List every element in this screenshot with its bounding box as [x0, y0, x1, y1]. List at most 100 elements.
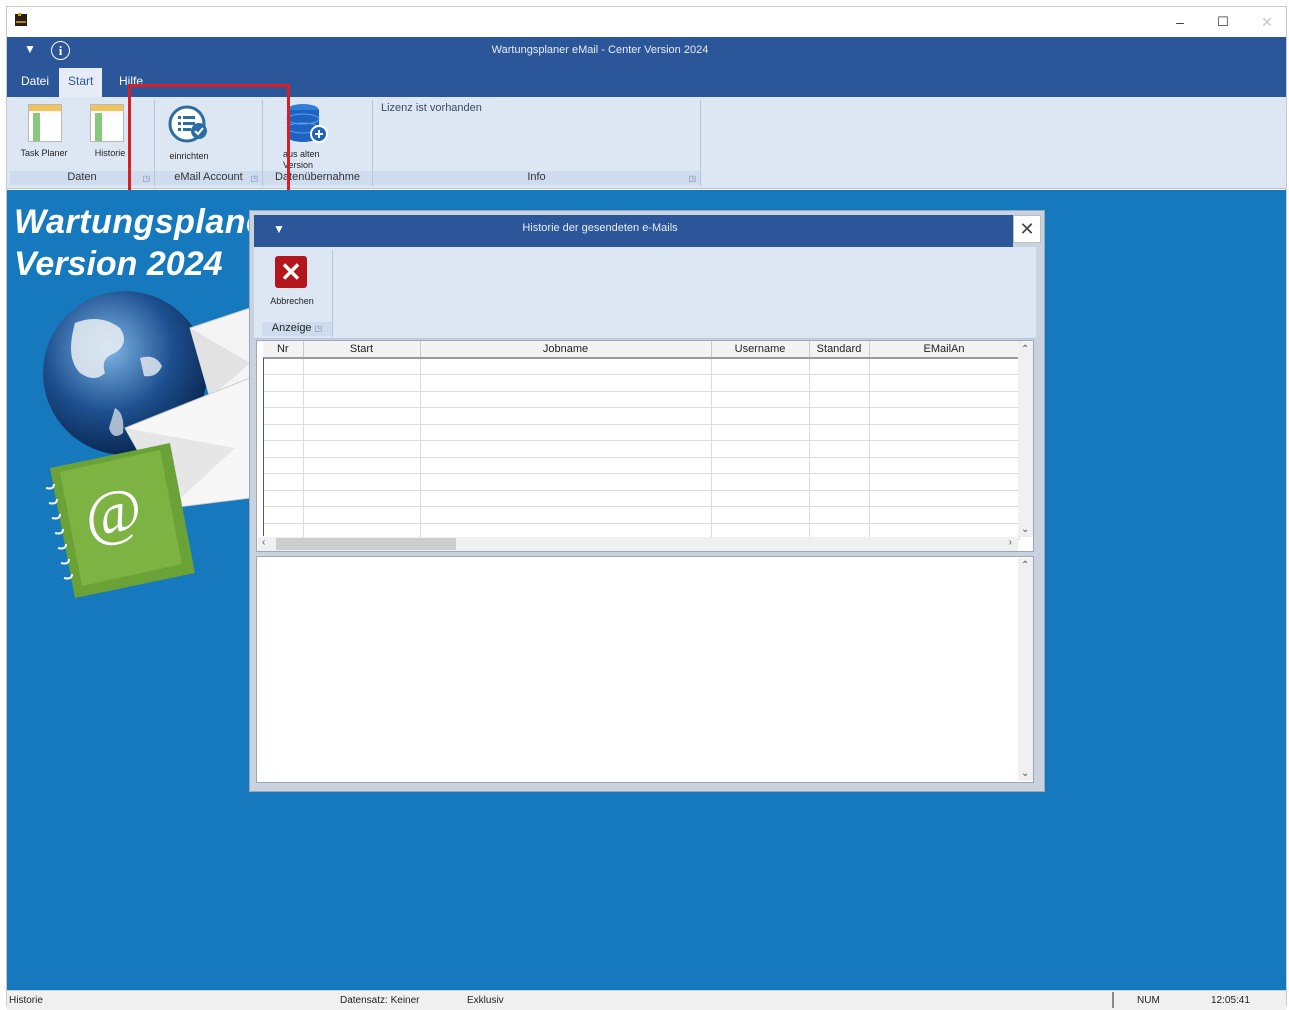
- table-cell[interactable]: [809, 506, 870, 524]
- table-cell[interactable]: [303, 374, 421, 392]
- scroll-up-icon[interactable]: ⌃: [1021, 560, 1029, 571]
- table-cell[interactable]: [809, 440, 870, 458]
- tab-start[interactable]: Start: [59, 68, 103, 97]
- table-cell[interactable]: [263, 490, 304, 507]
- table-cell[interactable]: [869, 374, 1020, 392]
- table-cell[interactable]: [420, 506, 712, 524]
- dialog-close-button[interactable]: ✕: [1013, 215, 1041, 243]
- table-cell[interactable]: [303, 490, 421, 507]
- scroll-up-icon[interactable]: ⌃: [1021, 344, 1029, 355]
- table-cell[interactable]: [869, 407, 1020, 425]
- table-cell[interactable]: [263, 473, 304, 491]
- table-cell[interactable]: [711, 457, 810, 474]
- table-cell[interactable]: [263, 391, 304, 408]
- table-cell[interactable]: [263, 506, 304, 524]
- cancel-button-label[interactable]: Abbrechen: [262, 296, 322, 306]
- table-row[interactable]: [263, 457, 1020, 474]
- table-cell[interactable]: [303, 440, 421, 458]
- aus-alten-version-button[interactable]: aus alten Version: [283, 102, 331, 171]
- table-cell[interactable]: [809, 374, 870, 392]
- table-cell[interactable]: [869, 391, 1020, 408]
- table-cell[interactable]: [711, 506, 810, 524]
- table-row[interactable]: [263, 391, 1020, 408]
- table-row[interactable]: [263, 407, 1020, 425]
- table-cell[interactable]: [711, 374, 810, 392]
- table-row[interactable]: [263, 440, 1020, 458]
- table-cell[interactable]: [809, 391, 870, 408]
- scroll-down-icon[interactable]: ⌄: [1021, 524, 1029, 535]
- table-cell[interactable]: [263, 374, 304, 392]
- info-icon[interactable]: i: [51, 41, 70, 60]
- table-cell[interactable]: [420, 440, 712, 458]
- scroll-left-icon[interactable]: ‹: [262, 537, 265, 548]
- table-cell[interactable]: [869, 506, 1020, 524]
- table-cell[interactable]: [420, 374, 712, 392]
- table-cell[interactable]: [711, 490, 810, 507]
- table-cell[interactable]: [809, 457, 870, 474]
- table-cell[interactable]: [869, 490, 1020, 507]
- table-cell[interactable]: [420, 358, 712, 375]
- table-cell[interactable]: [420, 424, 712, 441]
- dialog-launcher-icon[interactable]: ◳: [688, 174, 696, 183]
- table-cell[interactable]: [809, 473, 870, 491]
- table-cell[interactable]: [303, 457, 421, 474]
- table-cell[interactable]: [303, 407, 421, 425]
- table-cell[interactable]: [303, 358, 421, 375]
- grid-vertical-scrollbar[interactable]: ⌃ ⌄: [1018, 342, 1033, 537]
- table-cell[interactable]: [303, 424, 421, 441]
- table-cell[interactable]: [263, 440, 304, 458]
- scroll-down-icon[interactable]: ⌄: [1021, 768, 1029, 779]
- table-cell[interactable]: [809, 490, 870, 507]
- scroll-right-icon[interactable]: ›: [1009, 537, 1012, 548]
- tab-datei[interactable]: Datei: [12, 68, 58, 97]
- table-cell[interactable]: [263, 358, 304, 375]
- table-cell[interactable]: [809, 424, 870, 441]
- table-row[interactable]: [263, 374, 1020, 392]
- table-cell[interactable]: [420, 391, 712, 408]
- table-row[interactable]: [263, 490, 1020, 507]
- table-cell[interactable]: [420, 457, 712, 474]
- column-header-jobname[interactable]: Jobname: [420, 341, 712, 359]
- cancel-icon[interactable]: ✕: [275, 256, 307, 288]
- table-cell[interactable]: [809, 407, 870, 425]
- table-cell[interactable]: [303, 473, 421, 491]
- column-header-emailan[interactable]: EMailAn: [869, 341, 1020, 359]
- column-header-nr[interactable]: Nr: [263, 341, 304, 359]
- task-planer-button[interactable]: Task Planer: [20, 104, 68, 158]
- dropdown-arrow-icon[interactable]: ▼: [24, 42, 36, 56]
- dropdown-arrow-icon[interactable]: ▼: [273, 222, 285, 236]
- table-cell[interactable]: [263, 457, 304, 474]
- maximize-button[interactable]: ☐: [1200, 8, 1246, 36]
- column-header-standard[interactable]: Standard: [809, 341, 870, 359]
- detail-vertical-scrollbar[interactable]: ⌃ ⌄: [1018, 558, 1033, 781]
- table-cell[interactable]: [711, 391, 810, 408]
- table-cell[interactable]: [711, 440, 810, 458]
- close-button[interactable]: ✕: [1244, 8, 1289, 36]
- table-cell[interactable]: [711, 407, 810, 425]
- table-cell[interactable]: [420, 407, 712, 425]
- column-header-start[interactable]: Start: [303, 341, 421, 359]
- history-grid[interactable]: Nr Start Jobname Username Standard EMail…: [256, 340, 1034, 552]
- dialog-launcher-icon[interactable]: ◳: [315, 324, 323, 333]
- table-cell[interactable]: [263, 407, 304, 425]
- table-cell[interactable]: [711, 358, 810, 375]
- email-detail-pane[interactable]: [256, 556, 1034, 783]
- column-header-username[interactable]: Username: [711, 341, 810, 359]
- minimize-button[interactable]: –: [1157, 8, 1203, 36]
- table-cell[interactable]: [303, 391, 421, 408]
- table-cell[interactable]: [869, 473, 1020, 491]
- table-cell[interactable]: [869, 440, 1020, 458]
- table-cell[interactable]: [420, 473, 712, 491]
- scrollbar-thumb[interactable]: [276, 538, 456, 550]
- table-row[interactable]: [263, 424, 1020, 441]
- table-cell[interactable]: [420, 490, 712, 507]
- table-cell[interactable]: [263, 424, 304, 441]
- table-row[interactable]: [263, 358, 1020, 375]
- table-cell[interactable]: [711, 473, 810, 491]
- table-row[interactable]: [263, 506, 1020, 524]
- table-cell[interactable]: [809, 358, 870, 375]
- table-cell[interactable]: [869, 424, 1020, 441]
- historie-button[interactable]: Historie: [90, 104, 130, 158]
- table-cell[interactable]: [711, 424, 810, 441]
- table-cell[interactable]: [869, 358, 1020, 375]
